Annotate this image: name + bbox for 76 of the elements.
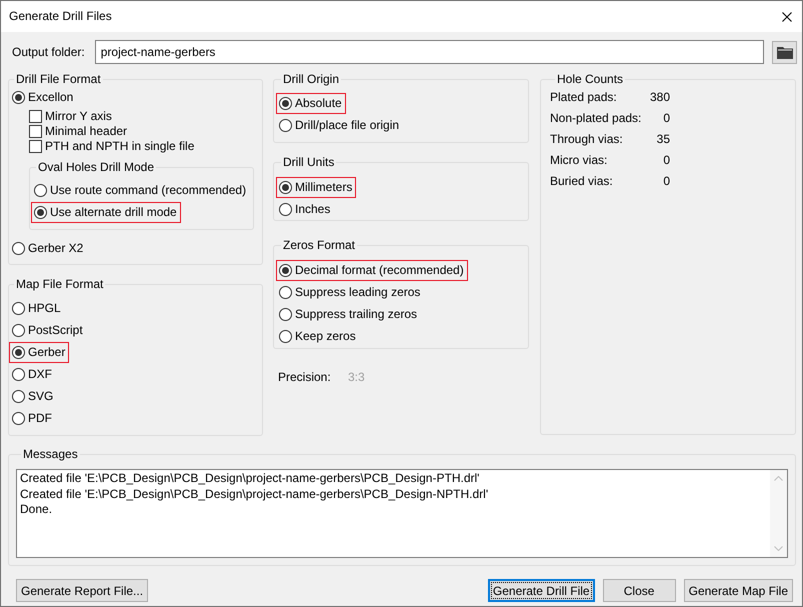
count-label: Plated pads: [550, 90, 618, 105]
radio-option[interactable]: PDF [9, 408, 56, 429]
radio-option[interactable]: HPGL [9, 298, 65, 319]
count-label: Non-plated pads: [550, 111, 642, 126]
checkbox-option[interactable]: Minimal header [27, 124, 128, 139]
radio-icon[interactable] [279, 330, 292, 343]
close-icon [782, 12, 792, 22]
radio-option[interactable]: Suppress trailing zeros [276, 304, 422, 325]
messages-field[interactable]: Created file 'E:\PCB_Design\PCB_Design\project-name-gerbers\PCB_Design-PTH.drl' Created file 'E:\PCB_Design\PCB_Design\project-name-gerbers\PCB_Design-NPTH.drl' Done. [16, 469, 788, 558]
message-line: Done. [20, 502, 52, 518]
dialog-button[interactable]: Generate Drill File [488, 579, 595, 602]
radio-icon[interactable] [12, 368, 25, 381]
radio-icon[interactable] [279, 97, 292, 110]
radio-option[interactable]: Use alternate drill mode [31, 202, 181, 223]
radio-option[interactable]: Drill/place file origin [276, 115, 404, 136]
checkbox-option[interactable]: PTH and NPTH in single file [27, 139, 194, 154]
group-title: Hole Counts [556, 72, 624, 87]
radio-icon[interactable] [279, 203, 292, 216]
group-title: Drill Units [282, 155, 336, 170]
checkbox-icon[interactable] [29, 125, 42, 138]
output-folder-field[interactable]: project-name-gerbers [94, 40, 764, 64]
radio-icon[interactable] [34, 184, 47, 197]
count-label: Buried vias: [550, 174, 614, 189]
count-label: Micro vias: [550, 153, 608, 168]
radio-icon[interactable] [12, 390, 25, 403]
group-title: Zeros Format [282, 238, 356, 253]
radio-icon[interactable] [279, 181, 292, 194]
radio-icon[interactable] [12, 346, 25, 359]
count-label: Through vias: [550, 132, 624, 147]
radio-option[interactable]: Keep zeros [276, 326, 360, 347]
radio-option[interactable]: Absolute [276, 93, 346, 114]
window-title: Generate Drill Files [9, 9, 112, 24]
radio-option[interactable]: Use route command (recommended) [31, 180, 250, 201]
radio-option[interactable]: Decimal format (recommended) [276, 260, 468, 281]
radio-option[interactable]: SVG [9, 386, 58, 407]
checkbox-icon[interactable] [29, 110, 42, 123]
group-title: Drill File Format [15, 72, 102, 87]
radio-icon[interactable] [12, 302, 25, 315]
count-value: 35 [656, 132, 670, 147]
group-title: Drill Origin [282, 72, 340, 87]
group-title: Map File Format [15, 277, 104, 292]
dialog-button[interactable]: Generate Report File... [16, 579, 148, 602]
message-line: Created file 'E:\PCB_Design\PCB_Design\project-name-gerbers\PCB_Design-PTH.drl' [20, 471, 480, 486]
radio-option[interactable]: Gerber [9, 342, 70, 363]
checkbox-option[interactable]: Mirror Y axis [27, 109, 112, 124]
radio-icon[interactable] [279, 286, 292, 299]
output-folder-label: Output folder: [11, 44, 85, 60]
radio-option[interactable]: Millimeters [276, 177, 356, 198]
radio-icon[interactable] [12, 412, 25, 425]
radio-option[interactable]: Inches [276, 199, 334, 220]
checkbox-icon[interactable] [29, 140, 42, 153]
message-line: Created file 'E:\PCB_Design\PCB_Design\project-name-gerbers\PCB_Design-NPTH.drl' [20, 486, 488, 502]
folder-icon [776, 46, 792, 58]
radio-option[interactable]: Excellon [9, 87, 78, 108]
radio-icon[interactable] [12, 324, 25, 337]
count-value: 0 [663, 174, 670, 189]
radio-icon[interactable] [12, 242, 25, 255]
radio-icon[interactable] [12, 91, 25, 104]
precision-value: 3:3 [348, 370, 365, 385]
radio-option[interactable]: Gerber X2 [9, 238, 88, 259]
browse-folder-button[interactable] [772, 40, 797, 64]
radio-option[interactable]: PostScript [9, 320, 87, 341]
dialog-button[interactable]: Generate Map File [684, 579, 793, 602]
group-title: Messages [22, 447, 79, 462]
precision-label: Precision: [278, 370, 332, 385]
count-value: 0 [663, 153, 670, 168]
radio-icon[interactable] [279, 264, 292, 277]
radio-icon[interactable] [279, 119, 292, 132]
radio-icon[interactable] [279, 308, 292, 321]
group-title: Oval Holes Drill Mode [37, 160, 156, 175]
radio-option[interactable]: Suppress leading zeros [276, 282, 424, 303]
count-value: 380 [650, 90, 670, 105]
radio-icon[interactable] [34, 206, 47, 219]
radio-option[interactable]: DXF [9, 364, 56, 385]
dialog-button[interactable]: Close [602, 579, 676, 602]
count-value: 0 [663, 111, 670, 126]
